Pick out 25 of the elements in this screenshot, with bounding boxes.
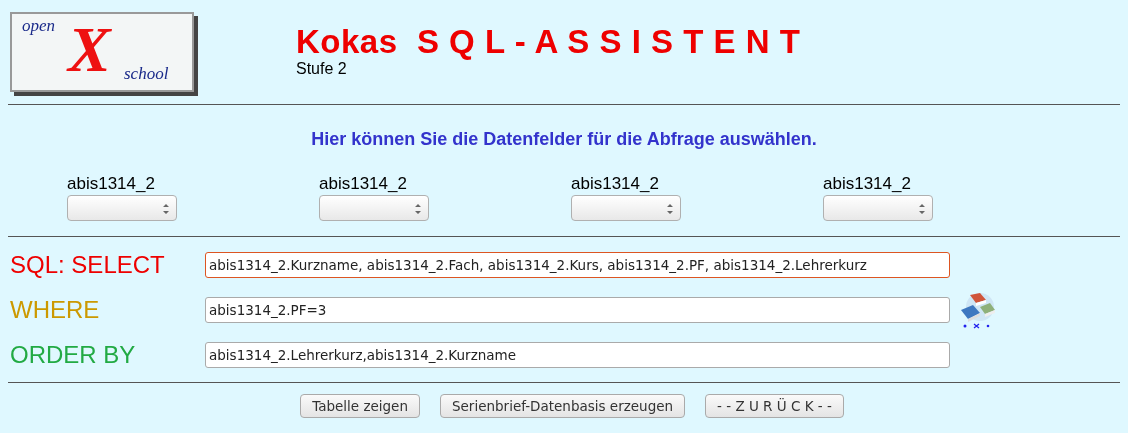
clause-label: ORDER BY: [10, 342, 137, 368]
action-button[interactable]: Serienbrief-Datenbasis erzeugen: [439, 394, 686, 418]
field-select[interactable]: [823, 195, 933, 221]
table-label: abis1314_2: [571, 174, 659, 194]
clause-label: SQL: SELECT: [10, 252, 166, 278]
table-label: abis1314_2: [823, 174, 911, 194]
table-label: abis1314_2: [67, 174, 155, 194]
field-select[interactable]: [67, 195, 177, 221]
clause-field[interactable]: abis1314_2.PF=3: [205, 297, 950, 323]
clause-field[interactable]: abis1314_2.Kurzname, abis1314_2.Fach, abis1314_2.Kurs, abis1314_2.PF, abis1314_2.Lehrerkurz: [205, 252, 950, 278]
clause-label: WHERE: [10, 297, 101, 323]
field-select[interactable]: [571, 195, 681, 221]
spinner-arrows-icon: [918, 203, 926, 215]
action-button[interactable]: Tabelle zeigen: [300, 394, 420, 418]
spinner-arrows-icon: [414, 203, 422, 215]
subtitle: Stufe 2: [296, 60, 348, 78]
page-title: Kokas S Q L - A S S I S T E N T: [296, 24, 801, 60]
clause-field[interactable]: abis1314_2.Lehrerkurz,abis1314_2.Kurzname: [205, 342, 950, 368]
spinner-arrows-icon: [666, 203, 674, 215]
books-icon[interactable]: [958, 291, 996, 329]
spinner-arrows-icon: [162, 203, 170, 215]
field-select[interactable]: [319, 195, 429, 221]
instruction-text: Hier können Sie die Datenfelder für die Abfrage auswählen.: [311, 129, 817, 149]
action-button[interactable]: - - Z U R Ü C K - -: [705, 394, 844, 418]
table-label: abis1314_2: [319, 174, 407, 194]
